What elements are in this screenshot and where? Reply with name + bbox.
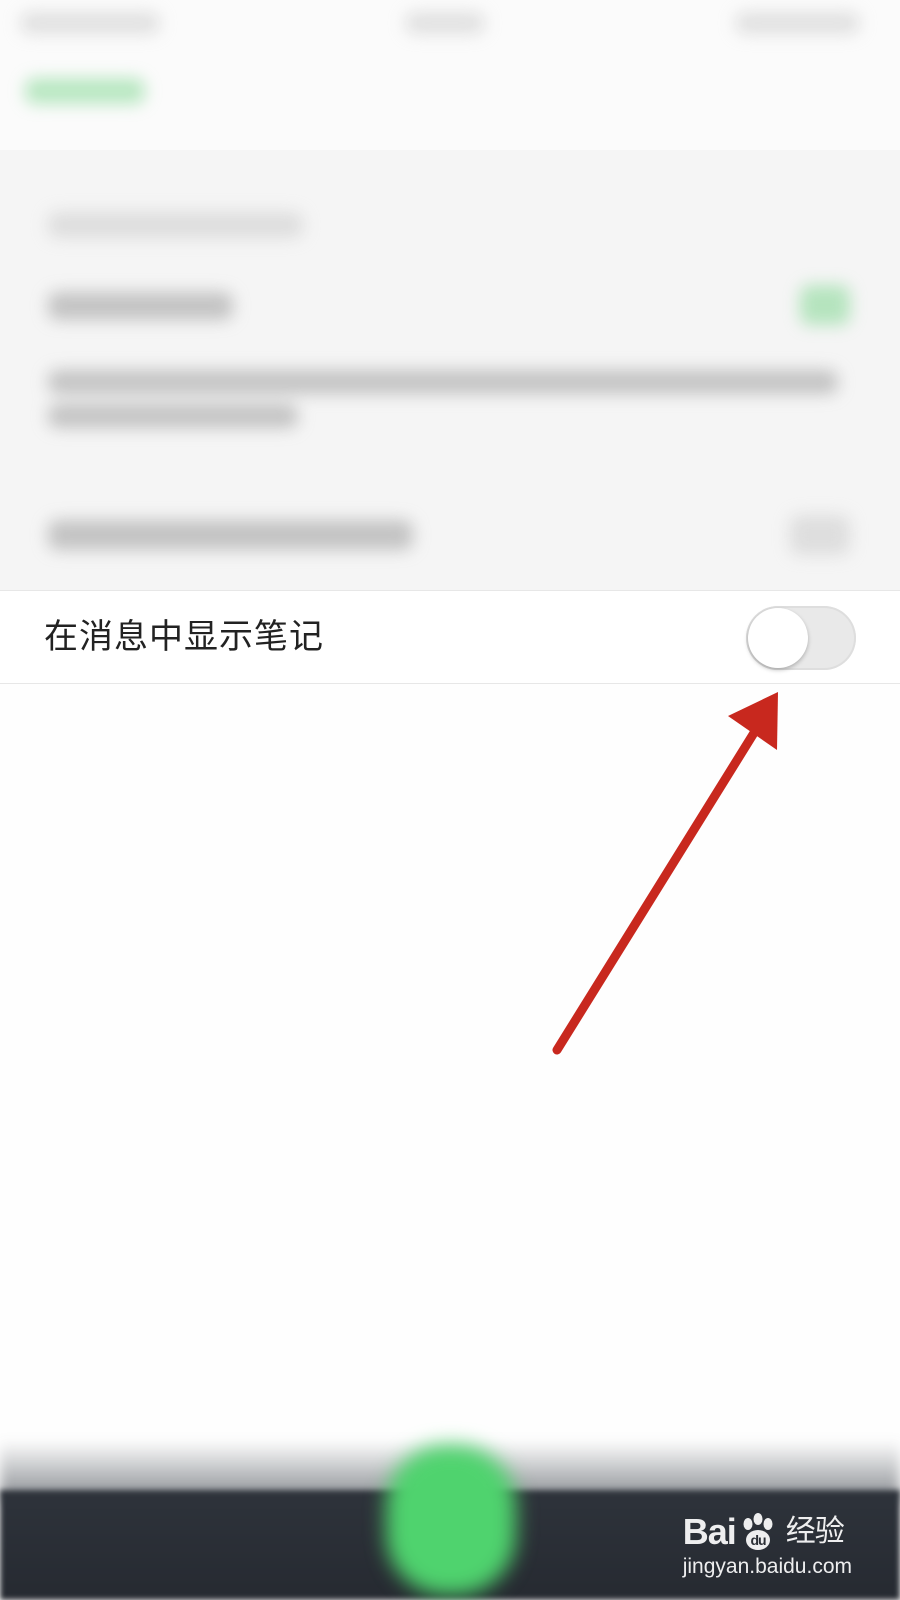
toggle-knob bbox=[748, 608, 808, 668]
watermark-brand-right: 经验 bbox=[785, 1514, 845, 1549]
paw-icon: du bbox=[743, 1513, 773, 1550]
arrow-shaft bbox=[552, 715, 767, 1055]
svg-text:du: du bbox=[750, 1532, 766, 1548]
blurred-settings-area bbox=[0, 0, 900, 590]
watermark-brand-left: Bai bbox=[682, 1511, 737, 1552]
baidu-jingyan-watermark: Bai du 经验 jingyan.baidu.com bbox=[683, 1512, 852, 1580]
arrow-head bbox=[728, 692, 778, 750]
blurred-green-action-button bbox=[386, 1445, 516, 1595]
toggle-switch[interactable] bbox=[746, 606, 856, 670]
phone-screen: 在消息中显示笔记 Bai du 经验 jingyan.baidu.com bbox=[0, 0, 900, 1600]
blurred-header bbox=[0, 0, 900, 150]
watermark-url: jingyan.baidu.com bbox=[682, 1555, 852, 1578]
watermark-logo: Bai du 经验 bbox=[683, 1512, 852, 1552]
setting-label: 在消息中显示笔记 bbox=[44, 617, 324, 657]
show-notes-in-messages-row[interactable]: 在消息中显示笔记 bbox=[0, 590, 900, 684]
